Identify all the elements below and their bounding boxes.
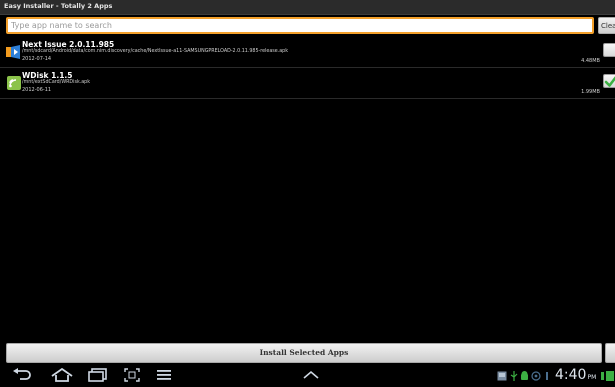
usb-icon [510,371,518,381]
app-name: Next Issue 2.0.11.985 [22,40,115,49]
menu-icon[interactable] [156,368,172,382]
android-notification-icon [521,371,528,380]
home-icon[interactable] [50,368,74,382]
wifi-icon [546,372,548,380]
sync-icon [531,371,541,381]
app-path: /mnt/extSdCard/WRDisk.apk [22,80,91,85]
app-path: /mnt/sdcard/Android/data/com.nim.discove… [22,49,289,54]
title-bar: Easy Installer - Totally 2 Apps [0,0,615,15]
app-list: Next Issue 2.0.11.985 /mnt/sdcard/Androi… [0,37,615,342]
app-select-checkbox[interactable] [603,74,615,88]
system-bar: 4:40PM [0,364,615,387]
gallery-icon [497,371,507,381]
recent-apps-icon[interactable] [88,368,108,382]
checkmark-icon [604,76,615,87]
clock-ampm: PM [587,374,597,381]
action-bar: Install Selected Apps [0,342,615,364]
app-select-checkbox[interactable] [603,43,615,57]
clock: 4:40PM [555,367,596,383]
next-issue-app-icon [6,45,20,59]
wifi-disk-app-icon [7,76,21,90]
chevron-up-icon[interactable] [302,368,320,382]
search-input[interactable] [6,17,594,34]
search-bar: Clear [0,15,615,37]
app-list-item[interactable]: WDisk 1.1.5 /mnt/extSdCard/WRDisk.apk 20… [0,68,615,99]
app-size: 4.48MB [581,58,600,64]
app-date: 2012-07-14 [22,56,52,62]
screenshot-icon[interactable] [124,368,140,382]
secondary-button[interactable] [605,343,615,363]
app-date: 2012-06-11 [22,87,52,93]
app-size: 1.99MB [581,89,600,95]
app-name: WDisk 1.1.5 [22,71,73,80]
app-title: Easy Installer - Totally 2 Apps [4,2,113,10]
clear-button[interactable]: Clear [598,17,615,34]
battery-icon [601,371,614,381]
install-selected-button[interactable]: Install Selected Apps [6,343,602,363]
back-icon[interactable] [12,368,32,382]
clock-time: 4:40 [555,367,587,383]
app-list-item[interactable]: Next Issue 2.0.11.985 /mnt/sdcard/Androi… [0,37,615,68]
